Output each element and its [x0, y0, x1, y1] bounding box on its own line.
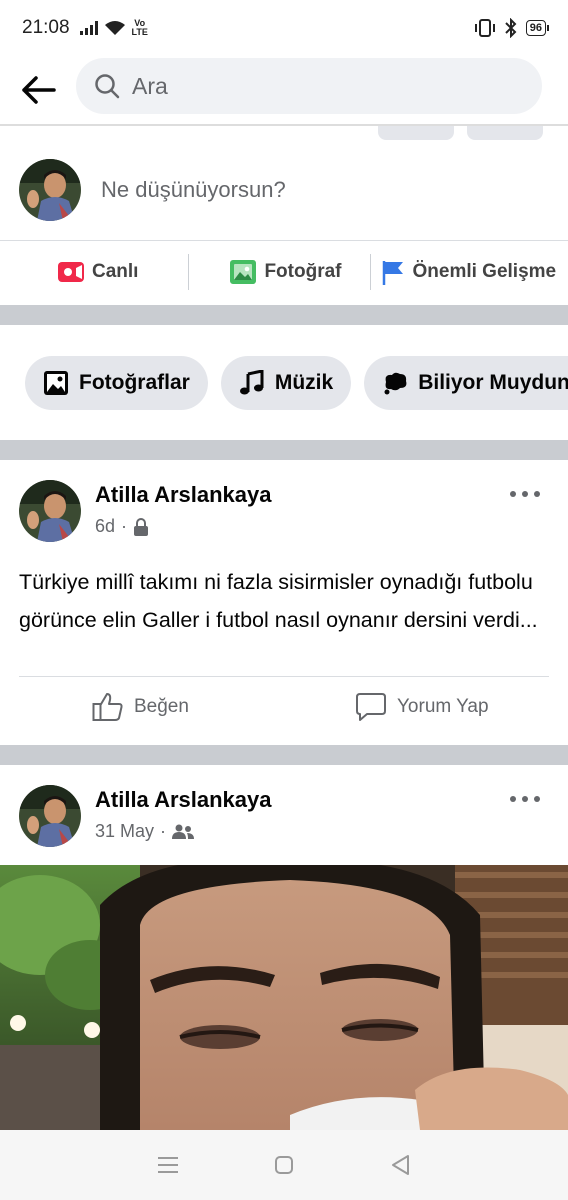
search-icon [95, 74, 120, 99]
chip-photos-label: Fotoğraflar [79, 370, 190, 394]
post-author[interactable]: Atilla Arslankaya [95, 482, 272, 508]
post-text: Türkiye millî takımı ni fazla sisirmisle… [19, 570, 538, 632]
back-icon[interactable] [380, 1145, 420, 1185]
back-arrow-icon[interactable] [16, 68, 60, 112]
flag-icon [382, 261, 403, 285]
search-header [0, 56, 568, 124]
post-header: Atilla Arslankaya 6d · [19, 480, 272, 542]
avatar[interactable] [19, 159, 81, 221]
live-video-label: Canlı [92, 261, 139, 282]
feed-post: Atilla Arslankaya 6d · Türkiye millî tak… [0, 460, 568, 745]
chip-music[interactable]: Müzik [220, 355, 352, 410]
signal-icon [79, 21, 98, 35]
comment-label: Yorum Yap [397, 696, 489, 717]
action-separator [188, 254, 190, 290]
avatar[interactable] [19, 785, 81, 847]
thumbs-up-icon [92, 693, 123, 721]
post-time[interactable]: 6d [95, 516, 115, 537]
life-event-button[interactable]: Önemli Gelişme [381, 259, 557, 285]
post-composer: Ne düşünüyorsun? [0, 140, 568, 240]
avatar[interactable] [19, 480, 81, 542]
post-author[interactable]: Atilla Arslankaya [95, 787, 272, 813]
home-icon[interactable] [264, 1145, 304, 1185]
bluetooth-icon [505, 18, 517, 38]
speech-bubble-icon [384, 372, 407, 394]
feed-post: Atilla Arslankaya 31 May · [0, 765, 568, 865]
like-button[interactable]: Beğen [92, 692, 189, 722]
live-video-icon [58, 262, 84, 282]
post-header: Atilla Arslankaya 31 May · [19, 785, 272, 847]
chip-photos[interactable]: Fotoğraflar [25, 355, 208, 410]
battery-icon: 96 [525, 20, 550, 36]
search-bar[interactable] [76, 58, 542, 114]
search-input[interactable] [132, 72, 512, 100]
profile-chips: Fotoğraflar Müzik Biliyor Muydunuz [0, 325, 568, 440]
comment-icon [356, 693, 386, 721]
post-time[interactable]: 31 May [95, 821, 154, 842]
action-separator [369, 254, 371, 290]
composer-prompt[interactable]: Ne düşünüyorsun? [101, 177, 286, 203]
section-separator [0, 440, 568, 460]
live-video-button[interactable]: Canlı [58, 261, 138, 283]
menu-icon[interactable] [148, 1145, 188, 1185]
status-bar: 21:08 Vo LTE 96 [0, 0, 568, 56]
post-photo[interactable] [0, 865, 568, 1130]
dot-separator: · [160, 821, 167, 841]
comment-button[interactable]: Yorum Yap [355, 692, 489, 722]
chip-music-label: Müzik [274, 370, 334, 394]
more-options-icon[interactable] [510, 789, 540, 809]
section-separator [0, 745, 568, 765]
hidden-tab-right [467, 126, 543, 140]
music-note-icon [239, 369, 264, 394]
photo-button[interactable]: Fotoğraf [230, 260, 342, 284]
life-event-label: Önemli Gelişme [412, 261, 557, 282]
wifi-icon [104, 21, 125, 35]
like-label: Beğen [134, 696, 189, 717]
section-separator [0, 305, 568, 325]
lock-icon [134, 517, 149, 536]
post-divider [19, 676, 549, 677]
photo-label: Fotoğraf [264, 261, 342, 282]
photo-icon [230, 260, 257, 284]
composer-actions: Canlı Fotoğraf Önemli Gelişme [0, 241, 568, 303]
friends-icon [172, 824, 195, 839]
photos-icon [44, 370, 68, 395]
status-time: 21:08 [22, 17, 70, 38]
vibrate-icon [474, 19, 495, 37]
dot-separator: · [121, 516, 128, 536]
hidden-tab-left [378, 126, 454, 140]
volte-label: Vo LTE [131, 18, 148, 37]
system-nav-bar [0, 1130, 568, 1200]
chip-did-you-know-label: Biliyor Muydunuz [418, 370, 568, 394]
chip-did-you-know[interactable]: Biliyor Muydunuz [364, 355, 568, 410]
more-options-icon[interactable] [510, 484, 540, 504]
